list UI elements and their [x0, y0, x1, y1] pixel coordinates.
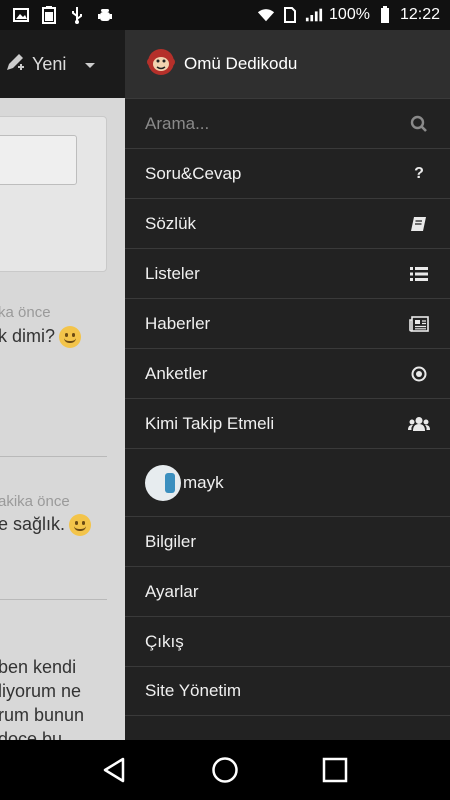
dot-circle-icon — [408, 363, 430, 385]
status-right: 100% 12:22 — [257, 6, 450, 24]
avatar — [145, 464, 181, 501]
question-icon: ? — [414, 164, 424, 182]
gallery-icon — [12, 6, 30, 24]
laugh-emoji-icon — [59, 326, 82, 349]
caret-down-icon — [84, 54, 96, 75]
menu-item-sozluk[interactable]: Sözlük — [125, 198, 450, 248]
recents-square-icon — [322, 757, 348, 783]
smile-emoji-icon — [69, 514, 92, 537]
menu-item-label: Listeler — [145, 263, 200, 283]
battery-icon — [376, 6, 394, 24]
system-navigation-bar — [0, 740, 450, 800]
recents-button[interactable] — [315, 750, 355, 790]
menu-item-label: Site Yönetim — [145, 681, 242, 700]
menu-item-label: Kimi Takip Etmeli — [145, 413, 275, 433]
menu-item-ayarlar[interactable]: Ayarlar — [125, 566, 450, 616]
clock: 12:22 — [399, 6, 440, 23]
sim-icon — [281, 6, 299, 24]
compose-textarea[interactable] — [0, 135, 77, 185]
menu-item-label: Soru&Cevap — [145, 163, 242, 183]
home-button[interactable] — [205, 750, 245, 790]
android-debug-icon — [96, 6, 114, 24]
monkey-logo-icon — [146, 47, 176, 82]
search-input[interactable]: Arama... — [145, 114, 408, 134]
menu-item-site-yonetim[interactable]: Site Yönetim — [125, 666, 450, 716]
menu-item-label: Anketler — [145, 363, 208, 383]
status-bar: 100% 12:22 — [0, 0, 450, 30]
post-meta: ka önce — [0, 304, 51, 321]
menu-item-kimi-takip-etmeli[interactable]: Kimi Takip Etmeli — [125, 398, 450, 448]
menu-item-anketler[interactable]: Anketler — [125, 348, 450, 398]
post-divider — [0, 599, 107, 600]
post-text-line: rum bunun — [0, 705, 85, 725]
menu-item-haberler[interactable]: Haberler — [125, 298, 450, 348]
menu-item-label: Bilgiler — [145, 531, 197, 551]
post-divider — [0, 456, 107, 457]
list-icon — [408, 263, 430, 285]
post-text-line: ben kendi — [0, 657, 77, 677]
menu-item-label: Sözlük — [145, 213, 197, 233]
wifi-icon — [257, 6, 275, 24]
background-toolbar: Yeni — [0, 30, 125, 98]
usb-icon — [68, 6, 86, 24]
menu-item-cikis[interactable]: Çıkış — [125, 616, 450, 666]
menu-item-soru-cevap[interactable]: Soru&Cevap ? — [125, 148, 450, 198]
navigation-drawer: Omü Dedikodu Arama... Soru&Cevap ? Sözlü… — [125, 30, 450, 740]
compose-card — [0, 116, 107, 272]
back-button[interactable] — [95, 750, 135, 790]
battery-100-icon — [40, 6, 58, 24]
post-text-line: liyorum ne — [0, 681, 82, 701]
home-circle-icon — [212, 757, 238, 783]
post-text: e sağlık. — [0, 514, 92, 537]
search-field[interactable]: Arama... — [125, 98, 450, 148]
user-profile-item[interactable]: mayk — [125, 448, 450, 516]
menu-item-listeler[interactable]: Listeler — [125, 248, 450, 298]
signal-icon — [305, 6, 323, 24]
menu-item-label: Haberler — [145, 313, 211, 333]
post-text-line: doce bu — [0, 729, 63, 740]
pencil-icon — [4, 51, 26, 78]
status-left-icons — [0, 6, 114, 24]
menu-item-bilgiler[interactable]: Bilgiler — [125, 516, 450, 566]
menu-item-label: Ayarlar — [145, 581, 199, 601]
user-name: mayk — [183, 472, 224, 492]
users-icon — [408, 413, 430, 435]
app-title: Omü Dedikodu — [184, 54, 298, 73]
search-icon[interactable] — [408, 113, 430, 135]
post-meta: akika önce — [0, 493, 70, 510]
battery-percent: 100% — [329, 6, 370, 23]
book-icon — [408, 213, 430, 235]
newspaper-icon — [408, 313, 430, 335]
menu-item-label: Çıkış — [145, 631, 184, 651]
drawer-header: Omü Dedikodu — [125, 30, 450, 98]
post-text: k dimi? — [0, 326, 82, 349]
back-triangle-icon — [103, 757, 125, 783]
background-app: Yeni ka önce k dimi? akika önce e sağlık… — [0, 30, 125, 740]
new-post-button[interactable]: Yeni — [32, 54, 66, 75]
